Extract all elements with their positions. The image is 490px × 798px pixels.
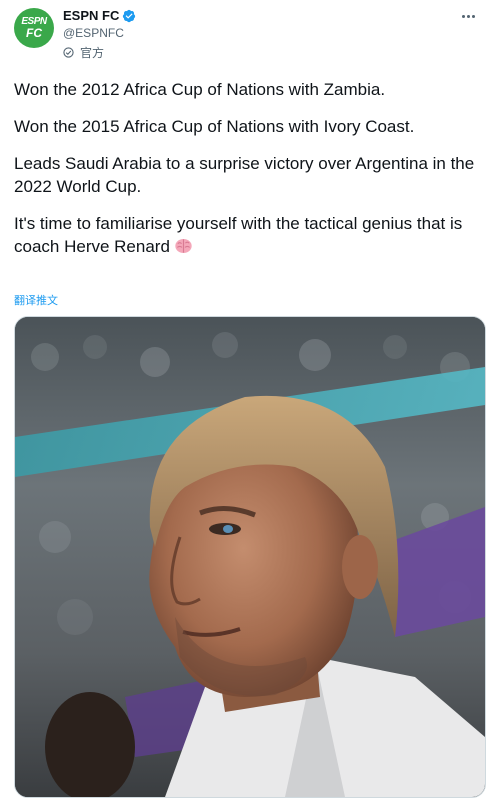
translate-tweet-link[interactable]: 翻译推文: [14, 292, 58, 308]
tweet-paragraph-last: It's time to familiarise yourself with t…: [14, 212, 484, 258]
official-label-text: 官方: [80, 46, 105, 60]
tweet-text: Won the 2012 Africa Cup of Nations with …: [14, 78, 484, 258]
coach-portrait-image: [15, 317, 485, 797]
account-handle[interactable]: @ESPNFC: [63, 26, 124, 40]
tweet-paragraph: It's time to familiarise yourself with t…: [14, 214, 463, 256]
tweet-photo[interactable]: [14, 316, 486, 798]
brain-emoji-icon: [175, 238, 192, 254]
espn-fc-avatar[interactable]: ESPN FC: [14, 8, 54, 48]
more-options-button[interactable]: [456, 6, 480, 26]
tweet-paragraph: Won the 2012 Africa Cup of Nations with …: [14, 80, 386, 99]
tweet-paragraph: Leads Saudi Arabia to a surprise victory…: [14, 154, 475, 196]
tweet-paragraph: Won the 2015 Africa Cup of Nations with …: [14, 117, 415, 136]
name-row: ESPN FC: [63, 8, 136, 23]
tweet-header: ESPN FC ESPN FC @ESPNFC 官方: [0, 0, 490, 70]
official-circle-icon: [63, 47, 74, 58]
official-label: 官方: [63, 44, 104, 61]
more-horizontal-icon: [461, 14, 465, 18]
display-name[interactable]: ESPN FC: [63, 8, 119, 23]
avatar-text-bottom: FC: [26, 26, 42, 40]
verified-badge-icon: [123, 9, 136, 22]
